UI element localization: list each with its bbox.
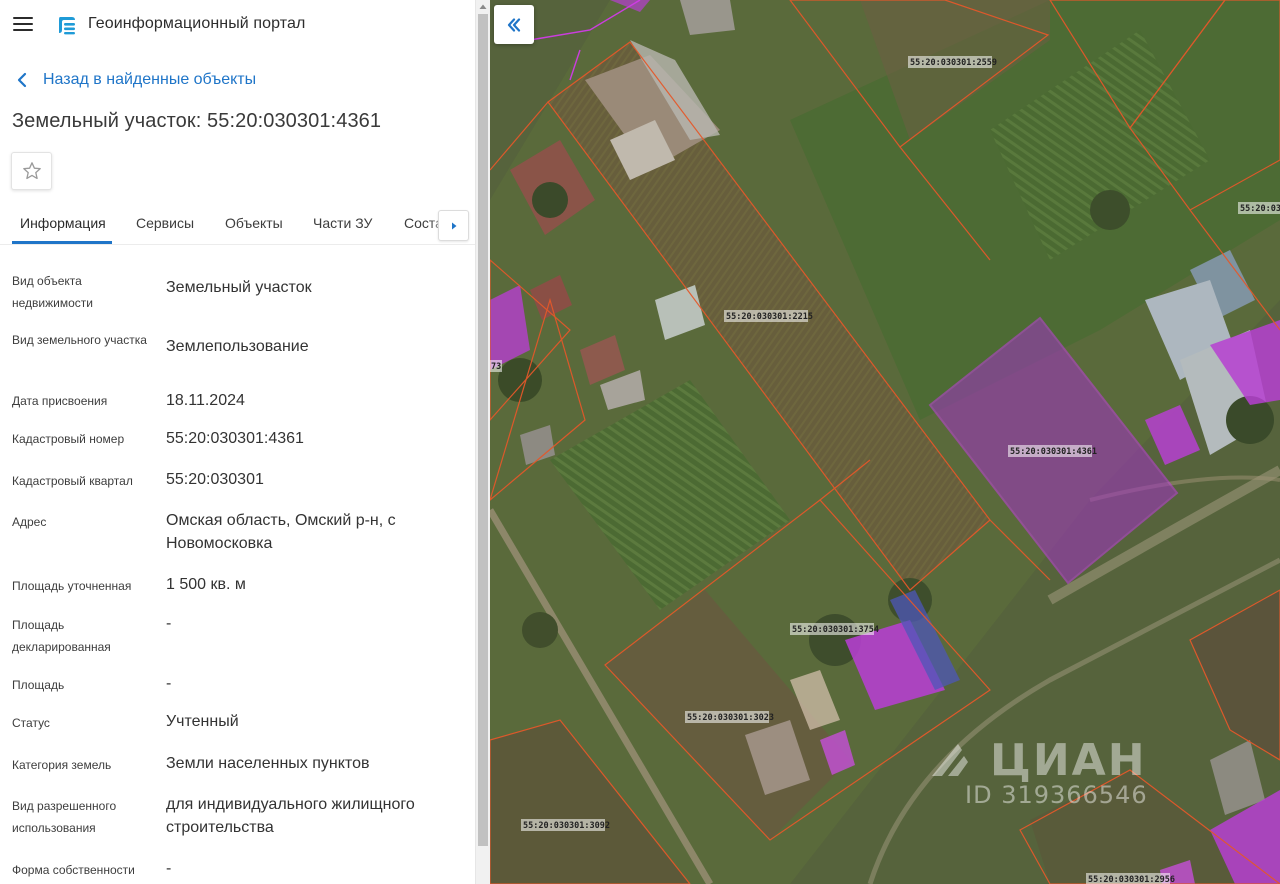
- active-tab-indicator: [12, 241, 112, 244]
- property-value: Земельный участок: [166, 279, 312, 296]
- info-panel: Геоинформационный портал Назад в найденн…: [0, 0, 475, 884]
- caret-right-icon: [451, 222, 456, 229]
- property-value: Землепользование: [166, 338, 309, 355]
- property-value: 1 500 кв. м: [166, 576, 246, 593]
- property-label: Площадь уточненная: [12, 579, 132, 593]
- property-label: Кадастровый номер: [12, 432, 125, 446]
- property-label: Площадь: [12, 678, 65, 692]
- property-value: -: [166, 675, 172, 692]
- tab-bar: Информация Сервисы Объекты Части ЗУ Сост…: [0, 205, 475, 245]
- parcel-label: 55:20:030301:2559: [910, 58, 997, 68]
- parcel-label: 55:20:030301:25: [1240, 204, 1280, 214]
- top-bar: Геоинформационный портал: [0, 0, 475, 50]
- property-value: -: [166, 615, 172, 632]
- property-value: Земли населенных пунктов: [166, 755, 370, 772]
- property-label: Статус: [12, 716, 50, 730]
- parcel-label: 55:20:030301:3754: [792, 625, 879, 635]
- portal-logo-icon: [59, 17, 75, 35]
- parcel-label: 55:20:030301:3023: [687, 713, 774, 723]
- portal-title: Геоинформационный портал: [88, 15, 306, 32]
- property-value: 55:20:030301:4361: [166, 430, 304, 447]
- property-label: Форма собственности: [12, 863, 135, 877]
- property-label: Вид объекта недвижимости: [12, 274, 93, 310]
- property-label: Адрес: [12, 515, 47, 529]
- scroll-up-arrow-icon[interactable]: [478, 2, 488, 12]
- property-value: Омская область, Омский р-н, с Новомосков…: [166, 512, 396, 552]
- parcel-label: 73: [491, 362, 501, 372]
- scrollbar-thumb[interactable]: [478, 14, 488, 846]
- object-title: Земельный участок: 55:20:030301:4361: [12, 110, 382, 132]
- parcel-label: 55:20:030301:3092: [523, 821, 610, 831]
- parcel-label: 55:20:030301:2215: [726, 312, 813, 322]
- collapse-panel-button[interactable]: [494, 5, 534, 44]
- cian-logo-icon: [932, 744, 968, 776]
- property-label: Вид земельного участка: [12, 333, 147, 347]
- back-to-results-link[interactable]: Назад в найденные объекты: [15, 70, 256, 90]
- property-label: Категория земель: [12, 758, 112, 772]
- property-label: Дата присвоения: [12, 394, 108, 408]
- property-value: 55:20:030301: [166, 471, 264, 488]
- favorite-button[interactable]: [11, 152, 52, 190]
- property-value: 18.11.2024: [166, 392, 245, 409]
- property-label: Вид разрешенного использования: [12, 799, 117, 835]
- tab-parcel-parts[interactable]: Части ЗУ: [313, 215, 372, 231]
- back-link-label: Назад в найденные объекты: [43, 71, 257, 88]
- menu-icon[interactable]: [13, 16, 33, 32]
- tab-services[interactable]: Сервисы: [136, 215, 194, 231]
- property-label: Площадь декларированная: [12, 618, 111, 654]
- tab-objects[interactable]: Объекты: [225, 215, 283, 231]
- chevron-left-icon: [17, 72, 27, 88]
- cian-watermark: ЦИАН ID 319366546: [930, 735, 1170, 810]
- star-icon: [22, 162, 41, 180]
- parcel-label: 55:20:030301:2956: [1088, 875, 1175, 884]
- property-value: Учтенный: [166, 713, 239, 730]
- property-value: -: [166, 860, 172, 877]
- parcel-label-selected: 55:20:030301:4361: [1010, 447, 1097, 457]
- watermark-id: ID 319366546: [965, 781, 1148, 809]
- property-label: Кадастровый квартал: [12, 474, 133, 488]
- property-value: для индивидуального жилищного строительс…: [166, 796, 415, 836]
- double-chevron-left-icon: [507, 17, 521, 32]
- watermark-brand: ЦИАН: [990, 735, 1147, 786]
- tab-information[interactable]: Информация: [20, 215, 106, 231]
- tab-scroll-next-button[interactable]: [438, 210, 469, 241]
